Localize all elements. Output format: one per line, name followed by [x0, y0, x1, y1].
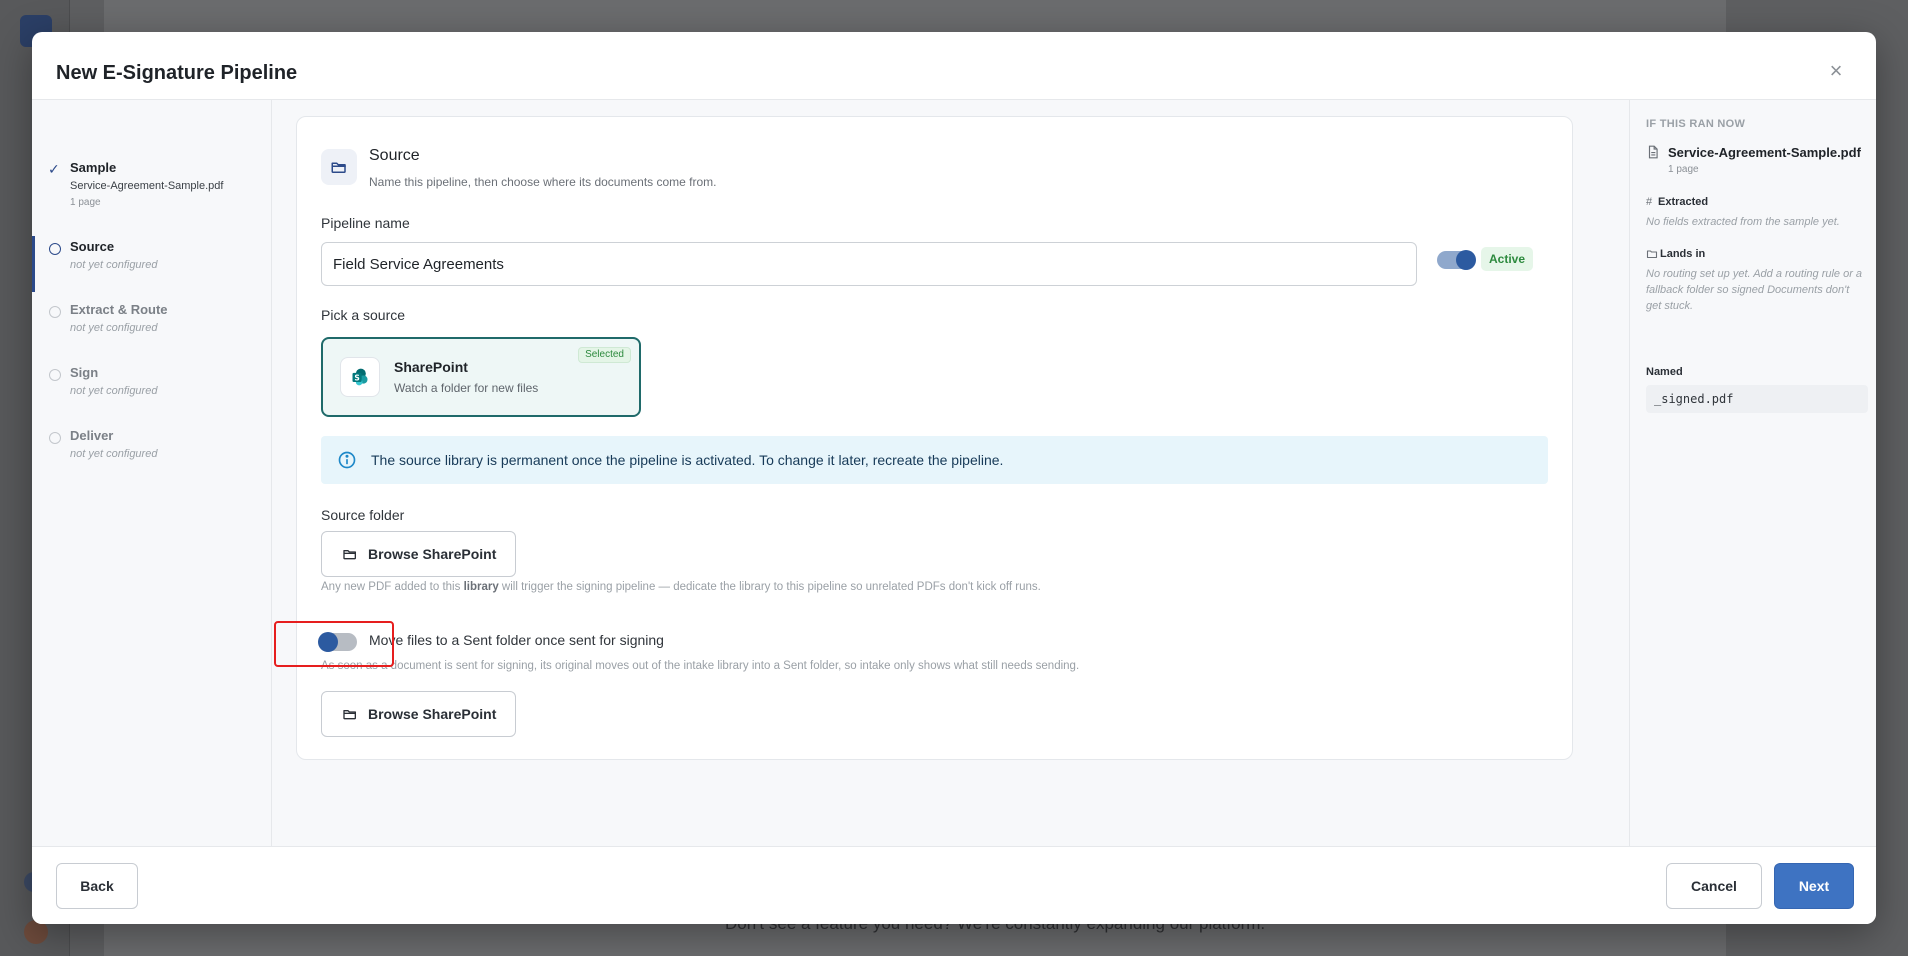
- step-circle-icon: [49, 432, 61, 444]
- step-pages: 1 page: [70, 197, 101, 208]
- step-sign[interactable]: Sign not yet configured: [32, 365, 272, 425]
- folder-icon: [343, 710, 356, 720]
- move-files-help: As soon as a document is sent for signin…: [321, 660, 1080, 672]
- help-text: Any new PDF added to this: [321, 581, 464, 593]
- preview-file-name: Service-Agreement-Sample.pdf: [1668, 145, 1861, 160]
- lands-in-note: No routing set up yet. Add a routing rul…: [1646, 268, 1863, 312]
- step-name: Source: [70, 239, 115, 254]
- step-circle-icon: [49, 306, 61, 318]
- browse-sharepoint-sent-button[interactable]: Browse SharePoint: [321, 691, 516, 737]
- section-subtitle: Name this pipeline, then choose where it…: [369, 175, 717, 189]
- close-icon[interactable]: ×: [1826, 60, 1846, 82]
- file-icon: [1648, 145, 1658, 159]
- step-name: Extract & Route: [70, 302, 168, 317]
- modal-title: New E-Signature Pipeline: [56, 62, 298, 84]
- move-files-label: Move files to a Sent folder once sent fo…: [369, 632, 664, 648]
- named-value: _signed.pdf: [1646, 385, 1868, 413]
- back-button[interactable]: Back: [56, 863, 138, 909]
- sharepoint-source-tile[interactable]: S SharePoint Watch a folder for new file…: [321, 337, 641, 417]
- extracted-label: Extracted: [1658, 196, 1709, 208]
- main-content: Source Name this pipeline, then choose w…: [272, 100, 1629, 846]
- source-folder-help: Any new PDF added to this library will t…: [321, 581, 1041, 593]
- step-file: Service-Agreement-Sample.pdf: [70, 180, 224, 192]
- info-alert: The source library is permanent once the…: [321, 436, 1548, 484]
- step-name: Sign: [70, 365, 99, 380]
- section-title: Source: [369, 147, 420, 164]
- toggle-knob: [1456, 250, 1476, 270]
- pipeline-name-label: Pipeline name: [321, 215, 410, 231]
- steps-sidebar: ✓ Sample Service-Agreement-Sample.pdf 1 …: [32, 100, 272, 846]
- source-folder-label: Source folder: [321, 507, 405, 523]
- cancel-button[interactable]: Cancel: [1666, 863, 1762, 909]
- help-text: will trigger the signing pipeline — dedi…: [498, 581, 1041, 593]
- button-label: Browse SharePoint: [368, 546, 497, 562]
- step-deliver[interactable]: Deliver not yet configured: [32, 428, 272, 488]
- button-label: Browse SharePoint: [368, 706, 497, 722]
- step-circle-icon: [49, 243, 61, 255]
- svg-text:S: S: [354, 373, 359, 382]
- check-icon: ✓: [48, 161, 60, 177]
- named-label: Named: [1646, 366, 1683, 378]
- new-pipeline-modal: New E-Signature Pipeline × ✓ Sample Serv…: [32, 32, 1876, 924]
- info-text: The source library is permanent once the…: [371, 452, 1004, 468]
- highlight-box: [274, 621, 394, 667]
- tile-name: SharePoint: [394, 359, 468, 375]
- step-status: not yet configured: [70, 385, 158, 397]
- folder-icon: [343, 550, 356, 560]
- pipeline-name-input[interactable]: [321, 242, 1417, 286]
- step-name: Sample: [70, 160, 117, 175]
- step-sample[interactable]: ✓ Sample Service-Agreement-Sample.pdf 1 …: [32, 160, 272, 220]
- source-card: Source Name this pipeline, then choose w…: [274, 116, 1573, 760]
- step-status: not yet configured: [70, 448, 158, 460]
- next-button[interactable]: Next: [1774, 863, 1854, 909]
- tile-description: Watch a folder for new files: [394, 381, 539, 395]
- step-source[interactable]: Source not yet configured: [32, 239, 272, 299]
- preview-pages: 1 page: [1668, 164, 1699, 175]
- step-status: not yet configured: [70, 259, 158, 271]
- step-extract-route[interactable]: Extract & Route not yet configured: [32, 302, 272, 362]
- folder-icon: [1646, 250, 1658, 259]
- active-badge: Active: [1481, 247, 1534, 271]
- selected-badge: Selected: [578, 347, 631, 363]
- step-name: Deliver: [70, 428, 114, 443]
- lands-in-label: Lands in: [1660, 248, 1706, 260]
- extracted-note: No fields extracted from the sample yet.: [1646, 216, 1840, 228]
- modal-header: New E-Signature Pipeline ×: [32, 32, 1876, 100]
- step-status: not yet configured: [70, 322, 158, 334]
- hash-icon: #: [1646, 196, 1653, 208]
- preview-heading: IF THIS RAN NOW: [1646, 118, 1746, 130]
- info-icon: [338, 451, 356, 469]
- preview-panel: IF THIS RAN NOW Service-Agreement-Sample…: [1629, 100, 1876, 846]
- active-toggle[interactable]: [1437, 250, 1476, 270]
- folder-open-icon: [321, 149, 357, 185]
- step-circle-icon: [49, 369, 61, 381]
- browse-sharepoint-button[interactable]: Browse SharePoint: [321, 531, 516, 577]
- modal-footer: Back Cancel Next: [32, 846, 1876, 924]
- sharepoint-icon: S: [340, 357, 380, 397]
- help-bold: library: [463, 581, 499, 593]
- pick-source-label: Pick a source: [321, 307, 406, 323]
